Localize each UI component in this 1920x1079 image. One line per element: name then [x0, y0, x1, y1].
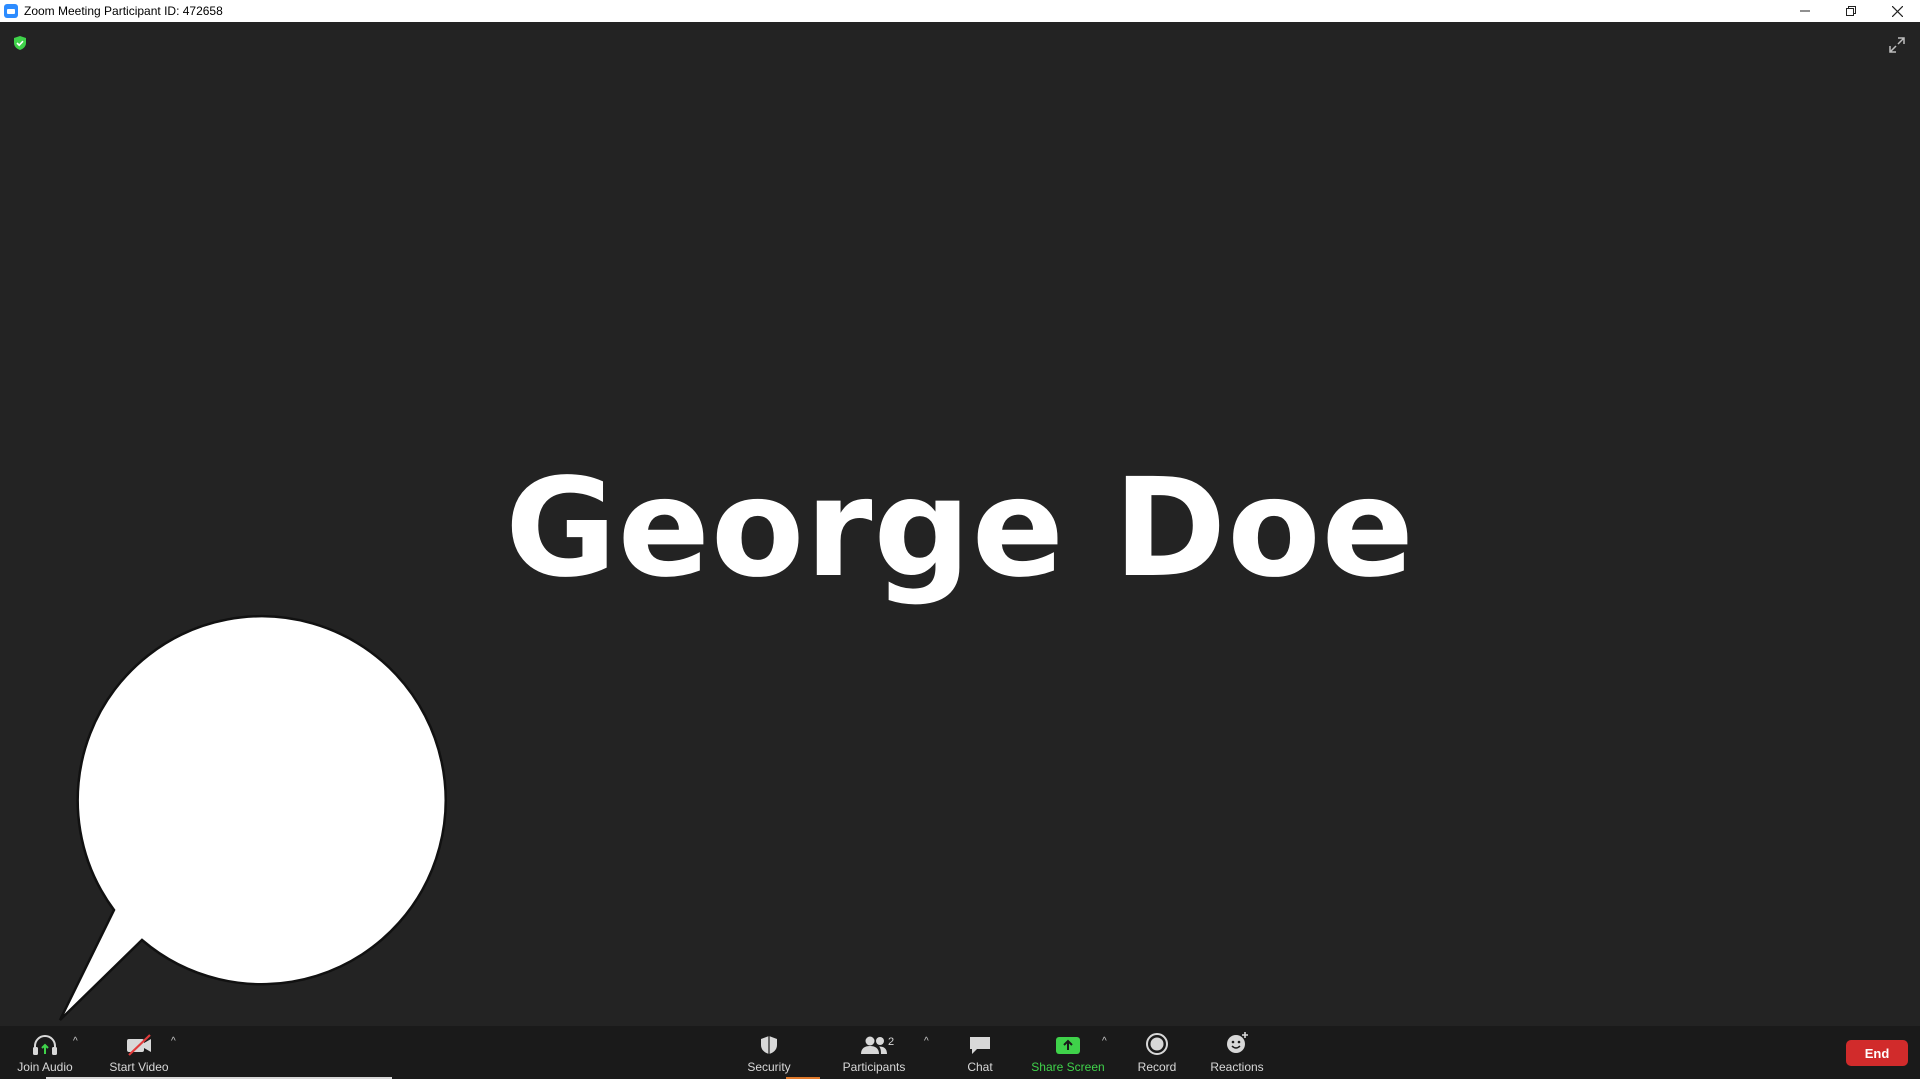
record-button[interactable]: Record — [1130, 1026, 1184, 1079]
close-icon — [1891, 5, 1903, 17]
speech-bubble — [58, 614, 447, 1021]
close-button[interactable] — [1874, 0, 1920, 22]
video-off-icon — [127, 1034, 151, 1056]
record-icon — [1146, 1033, 1168, 1055]
participants-count-badge: 2 — [888, 1036, 895, 1048]
record-label: Record — [1137, 1060, 1177, 1074]
participants-label: Participants — [842, 1060, 906, 1074]
restore-icon — [1846, 6, 1856, 16]
participants-button[interactable]: Participants — [836, 1026, 912, 1079]
participants-icon — [861, 1036, 887, 1054]
start-video-button[interactable]: Start Video — [104, 1026, 174, 1079]
security-button[interactable]: Security — [738, 1026, 800, 1079]
reactions-icon — [1227, 1032, 1248, 1053]
reactions-button[interactable]: Reactions — [1204, 1026, 1270, 1079]
share-screen-button[interactable]: Share Screen — [1028, 1026, 1108, 1079]
audio-options-caret[interactable]: ^ — [73, 1036, 78, 1047]
end-meeting-button[interactable]: End — [1846, 1040, 1908, 1066]
reactions-label: Reactions — [1210, 1060, 1264, 1074]
share-options-caret[interactable]: ^ — [1102, 1036, 1107, 1047]
chat-button[interactable]: Chat — [954, 1026, 1006, 1079]
share-screen-icon — [1056, 1037, 1080, 1054]
video-options-caret[interactable]: ^ — [171, 1036, 176, 1047]
chat-icon — [970, 1037, 990, 1054]
start-video-label: Start Video — [109, 1060, 169, 1074]
minimize-icon — [1800, 10, 1810, 12]
headphones-icon — [33, 1035, 57, 1055]
participants-options-caret[interactable]: ^ — [924, 1036, 929, 1047]
window-controls — [1782, 0, 1920, 22]
fullscreen-icon[interactable] — [1888, 36, 1906, 54]
security-label: Security — [747, 1060, 791, 1074]
minimize-button[interactable] — [1782, 0, 1828, 22]
shield-icon — [761, 1036, 777, 1054]
join-audio-button[interactable]: Join Audio — [12, 1026, 78, 1079]
chat-label: Chat — [967, 1060, 993, 1074]
restore-button[interactable] — [1828, 0, 1874, 22]
share-screen-label: Share Screen — [1031, 1060, 1105, 1074]
meeting-toolbar: Join Audio ^ Start Video ^ Security Part… — [0, 1026, 1920, 1079]
join-audio-label: Join Audio — [17, 1060, 73, 1074]
